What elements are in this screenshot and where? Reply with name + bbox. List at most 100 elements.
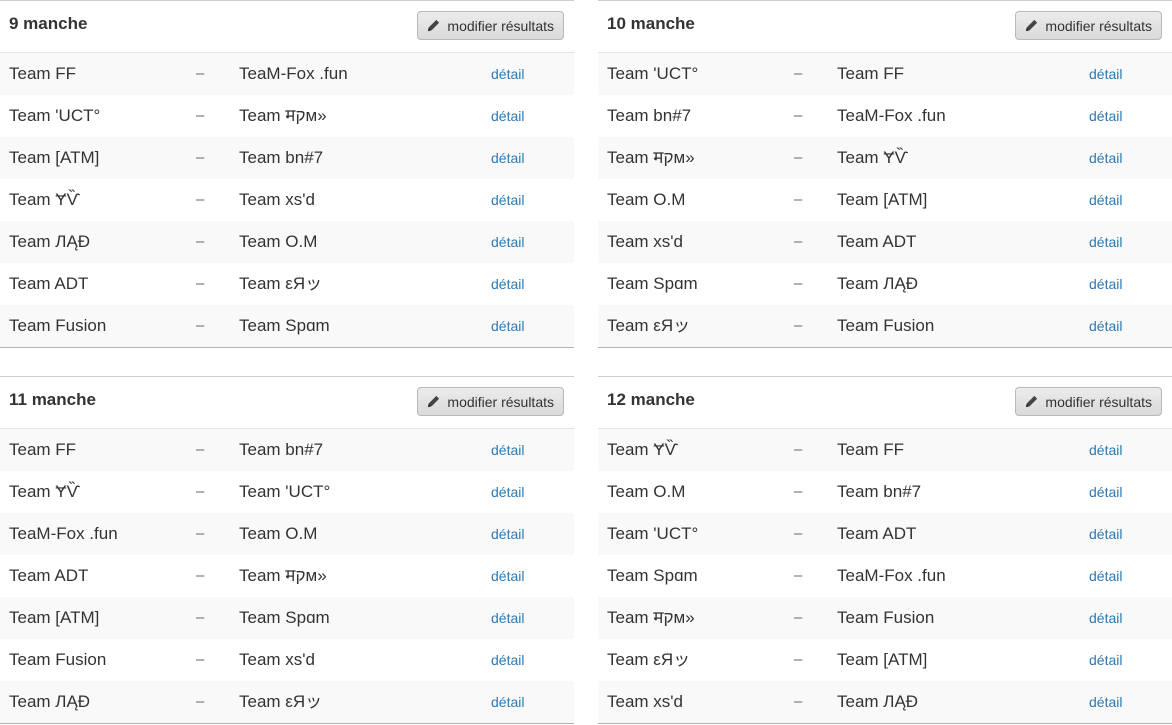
match-row: Team [ATM] – Team Spɑm détail: [0, 597, 574, 639]
detail-link[interactable]: détail: [1089, 53, 1122, 95]
away-team: Team 'UCT°: [239, 482, 331, 501]
detail-link[interactable]: détail: [491, 429, 524, 471]
modify-results-button[interactable]: modifier résultats: [1015, 387, 1162, 416]
match-row: Team ɎѶ – Team xs'd détail: [0, 179, 574, 221]
home-team: Team 'UCT°: [9, 106, 101, 125]
match-row: Team xs'd – Team ADT détail: [598, 221, 1172, 263]
versus-separator: –: [196, 693, 205, 710]
versus-separator: –: [794, 567, 803, 584]
modify-results-button[interactable]: modifier résultats: [417, 387, 564, 416]
away-team: Team εЯッ: [239, 692, 323, 711]
versus-separator: –: [794, 149, 803, 166]
versus-separator: –: [794, 693, 803, 710]
modify-results-label: modifier résultats: [447, 17, 554, 34]
pencil-icon: [426, 18, 441, 33]
detail-link[interactable]: détail: [1089, 137, 1122, 179]
versus-separator: –: [196, 275, 205, 292]
match-row: Team bn#7 – TeaM-Fox .fun détail: [598, 95, 1172, 137]
detail-link[interactable]: détail: [1089, 471, 1122, 513]
match-list: Team FF – TeaM-Fox .fun détail Team 'UCT° – T…: [0, 53, 574, 347]
versus-separator: –: [196, 233, 205, 250]
versus-separator: –: [196, 317, 205, 334]
detail-link[interactable]: détail: [491, 305, 524, 347]
detail-link[interactable]: détail: [1089, 305, 1122, 347]
home-team: Team O.M: [607, 190, 686, 209]
round-title: 10 manche: [607, 14, 695, 33]
home-team: Team ЛĄĐ: [9, 232, 91, 251]
detail-link[interactable]: détail: [491, 597, 524, 639]
away-team: Team bn#7: [837, 482, 922, 501]
match-row: Team ɎѶ – Team FF détail: [598, 429, 1172, 471]
detail-link[interactable]: détail: [491, 263, 524, 305]
match-row: Team ЛĄĐ – Team εЯッ détail: [0, 681, 574, 723]
detail-link[interactable]: détail: [491, 513, 524, 555]
home-team: Team मקм»: [607, 148, 695, 167]
round-header: 11 manche modifier résultats: [0, 377, 574, 429]
detail-link[interactable]: détail: [491, 681, 524, 723]
detail-link[interactable]: détail: [1089, 221, 1122, 263]
match-list: Team 'UCT° – Team FF détail Team bn#7 – TeaM-…: [598, 53, 1172, 347]
modify-results-button[interactable]: modifier résultats: [417, 11, 564, 40]
match-row: Team ЛĄĐ – Team O.M détail: [0, 221, 574, 263]
detail-link[interactable]: détail: [491, 179, 524, 221]
detail-link[interactable]: détail: [491, 639, 524, 681]
away-team: Team εЯッ: [239, 274, 323, 293]
away-team: Team Fusion: [837, 316, 935, 335]
away-team: Team xs'd: [239, 650, 315, 669]
detail-link[interactable]: détail: [491, 555, 524, 597]
home-team: Team Fusion: [9, 316, 107, 335]
match-row: Team O.M – Team bn#7 détail: [598, 471, 1172, 513]
home-team: Team xs'd: [607, 692, 683, 711]
home-team: Team xs'd: [607, 232, 683, 251]
match-row: Team 'UCT° – Team मקм» détail: [0, 95, 574, 137]
away-team: TeaM-Fox .fun: [239, 64, 348, 83]
detail-link[interactable]: détail: [1089, 597, 1122, 639]
versus-separator: –: [794, 107, 803, 124]
match-row: Team Spɑm – Team ЛĄĐ détail: [598, 263, 1172, 305]
match-row: Team εЯッ – Team Fusion détail: [598, 305, 1172, 347]
away-team: Team ADT: [837, 524, 917, 543]
home-team: Team O.M: [607, 482, 686, 501]
match-row: Team xs'd – Team ЛĄĐ détail: [598, 681, 1172, 723]
versus-separator: –: [794, 275, 803, 292]
detail-link[interactable]: détail: [1089, 179, 1122, 221]
pencil-icon: [1024, 18, 1039, 33]
versus-separator: –: [794, 191, 803, 208]
detail-link[interactable]: détail: [491, 137, 524, 179]
versus-separator: –: [196, 651, 205, 668]
detail-link[interactable]: détail: [1089, 639, 1122, 681]
detail-link[interactable]: détail: [1089, 429, 1122, 471]
versus-separator: –: [794, 233, 803, 250]
detail-link[interactable]: détail: [1089, 95, 1122, 137]
home-team: TeaM-Fox .fun: [9, 524, 118, 543]
versus-separator: –: [794, 609, 803, 626]
away-team: Team bn#7: [239, 440, 324, 459]
detail-link[interactable]: détail: [491, 471, 524, 513]
away-team: Team मקм»: [239, 566, 327, 585]
detail-link[interactable]: détail: [1089, 555, 1122, 597]
detail-link[interactable]: détail: [1089, 263, 1122, 305]
match-row: Team ɎѶ – Team 'UCT° détail: [0, 471, 574, 513]
away-team: Team मקм»: [239, 106, 327, 125]
modify-results-button[interactable]: modifier résultats: [1015, 11, 1162, 40]
versus-separator: –: [196, 107, 205, 124]
round-header: 9 manche modifier résultats: [0, 1, 574, 53]
versus-separator: –: [196, 483, 205, 500]
round-panel-12: 12 manche modifier résultats Team ɎѶ – Tea…: [598, 376, 1172, 724]
home-team: Team ЛĄĐ: [9, 692, 91, 711]
detail-link[interactable]: détail: [1089, 681, 1122, 723]
away-team: Team FF: [837, 440, 905, 459]
home-team: Team [ATM]: [9, 608, 100, 627]
away-team: Team FF: [837, 64, 905, 83]
modify-results-label: modifier résultats: [447, 393, 554, 410]
versus-separator: –: [196, 609, 205, 626]
match-row: Team FF – TeaM-Fox .fun détail: [0, 53, 574, 95]
round-panel-9: 9 manche modifier résultats Team FF – TeaM…: [0, 0, 574, 348]
match-list: Team FF – Team bn#7 détail Team ɎѶ – Team 'UC…: [0, 429, 574, 723]
detail-link[interactable]: détail: [491, 221, 524, 263]
detail-link[interactable]: détail: [1089, 513, 1122, 555]
match-list: Team ɎѶ – Team FF détail Team O.M – Team bn#7…: [598, 429, 1172, 723]
detail-link[interactable]: détail: [491, 53, 524, 95]
match-row: Team ADT – Team εЯッ détail: [0, 263, 574, 305]
detail-link[interactable]: détail: [491, 95, 524, 137]
